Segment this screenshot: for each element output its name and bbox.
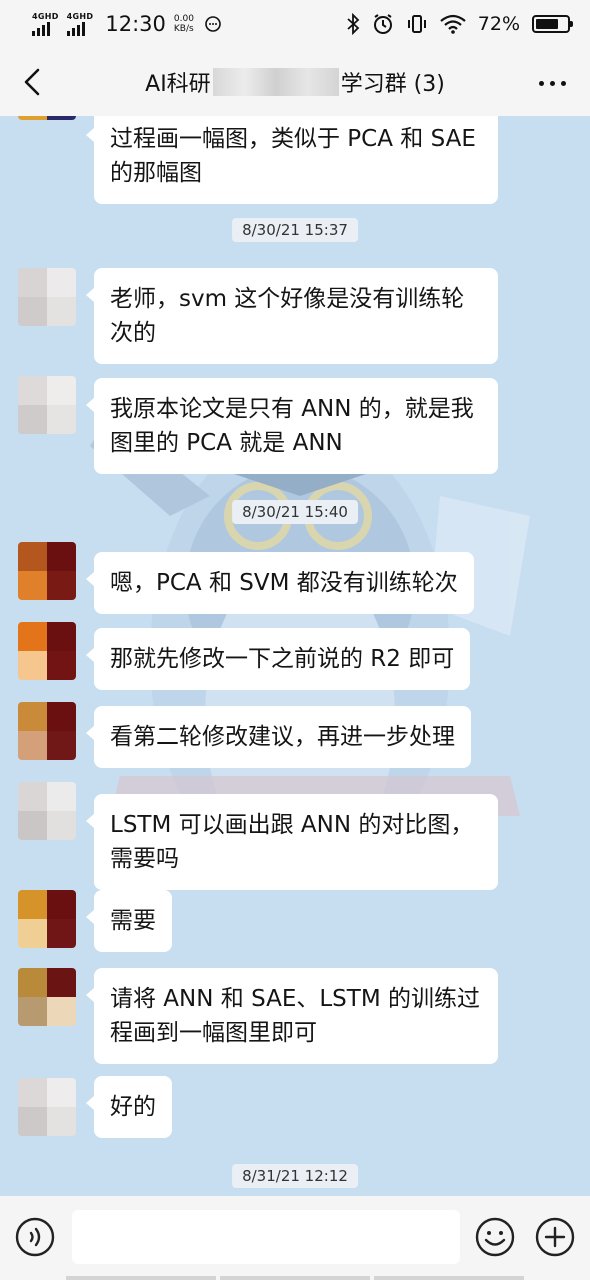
voice-icon[interactable] [14,1216,56,1258]
alarm-icon [373,14,392,34]
message-bubble[interactable]: 过程画一幅图，类似于 PCA 和 SAE 的那幅图 [86,116,498,204]
plus-icon[interactable] [534,1216,576,1258]
battery-fill [536,19,558,29]
battery-percent: 72% [477,13,520,35]
status-time: 12:30 [105,12,166,36]
signal-2-icon: 4GHD [66,12,94,36]
emoji-icon[interactable] [474,1216,516,1258]
avatar[interactable] [18,782,76,840]
message-input[interactable] [72,1210,460,1264]
message-bubble[interactable]: 需要 [86,890,172,952]
avatar[interactable] [18,1078,76,1136]
message-bubble[interactable]: 嗯，PCA 和 SVM 都没有训练轮次 [86,552,474,614]
vibrate-icon [407,15,426,33]
message-bubble[interactable]: 好的 [86,1076,172,1138]
input-bar [0,1196,590,1280]
more-dots-icon[interactable] [532,68,572,98]
wifi-icon [440,14,466,34]
message-bubble[interactable]: 看第二轮修改建议，再进一步处理 [86,706,471,768]
signal-1-icon: 4GHD [32,12,59,36]
avatar[interactable] [18,702,76,760]
avatar[interactable] [18,268,76,326]
bluetooth-icon [347,13,360,35]
chat-indicator-icon [205,16,221,32]
avatar[interactable] [18,622,76,680]
message-list[interactable]: 过程画一幅图，类似于 PCA 和 SAE 的那幅图 8/30/21 15:37 … [0,116,590,1196]
status-bar: 4GHD 4GHD 12:30 0.00 KB/s 72% [0,0,590,48]
avatar[interactable] [18,890,76,948]
avatar[interactable] [18,968,76,1026]
message-bubble[interactable]: 那就先修改一下之前说的 R2 即可 [85,628,471,690]
message-bubble[interactable]: 我原本论文是只有 ANN 的，就是我图里的 PCA 就是 ANN [86,378,498,474]
chat-title: AI科研 学习群 (3) [0,66,590,98]
chat-header: AI科研 学习群 (3) [0,48,590,116]
network-speed: 0.00 KB/s [173,14,194,34]
nav-gesture-bar [0,1276,590,1280]
message-bubble[interactable]: 请将 ANN 和 SAE、LSTM 的训练过程画到一幅图里即可 [86,968,498,1064]
timestamp: 8/31/21 12:12 [232,1164,358,1188]
battery-icon [532,15,573,33]
message-bubble[interactable]: 老师，svm 这个好像是没有训练轮次的 [86,268,498,364]
message-bubble[interactable]: LSTM 可以画出跟 ANN 的对比图，需要吗 [86,794,498,890]
avatar[interactable] [18,116,76,120]
avatar[interactable] [18,542,76,600]
avatar[interactable] [18,376,76,434]
timestamp: 8/30/21 15:40 [232,500,358,524]
redacted-blur [212,68,339,96]
timestamp: 8/30/21 15:37 [232,218,358,242]
